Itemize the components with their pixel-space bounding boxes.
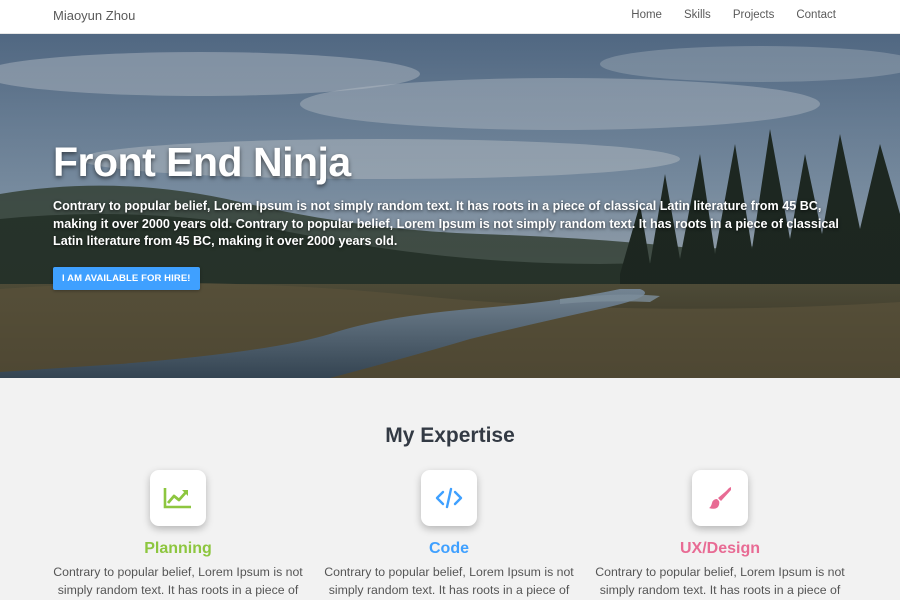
hero-title: Front End Ninja <box>53 139 351 185</box>
hero-content: Front End Ninja Contrary to popular beli… <box>53 138 843 290</box>
ux-design-icon-box <box>692 470 748 526</box>
navbar: Miaoyun Zhou Home Skills Projects Contac… <box>0 0 900 34</box>
hero-section: Front End Ninja Contrary to popular beli… <box>0 34 900 378</box>
code-icon <box>435 487 463 509</box>
hire-me-button[interactable]: I AM AVAILABLE FOR HIRE! <box>53 266 200 290</box>
hero-description: Contrary to popular belief, Lorem Ipsum … <box>53 199 839 248</box>
nav-link-skills[interactable]: Skills <box>684 9 711 21</box>
nav-link-projects[interactable]: Projects <box>733 9 775 21</box>
nav-link-home[interactable]: Home <box>631 9 662 21</box>
expertise-card-planning: Planning Contrary to popular belief, Lor… <box>43 470 313 599</box>
paintbrush-icon <box>709 487 731 509</box>
nav-links: Home Skills Projects Contact <box>631 9 836 21</box>
chart-line-icon <box>163 488 191 509</box>
expertise-card-ux-design: UX/Design Contrary to popular belief, Lo… <box>585 470 855 599</box>
planning-icon-box <box>150 470 206 526</box>
expertise-card-code: Code Contrary to popular belief, Lorem I… <box>314 470 584 599</box>
ux-design-description: Contrary to popular belief, Lorem Ipsum … <box>595 565 845 597</box>
code-description: Contrary to popular belief, Lorem Ipsum … <box>324 565 574 597</box>
code-icon-box <box>421 470 477 526</box>
planning-description: Contrary to popular belief, Lorem Ipsum … <box>53 565 303 597</box>
nav-link-contact[interactable]: Contact <box>796 9 836 21</box>
code-title: Code <box>429 540 469 557</box>
planning-title: Planning <box>144 540 212 557</box>
ux-design-title: UX/Design <box>679 540 760 557</box>
expertise-heading: My Expertise <box>385 424 515 447</box>
brand-link[interactable]: Miaoyun Zhou <box>53 8 135 23</box>
